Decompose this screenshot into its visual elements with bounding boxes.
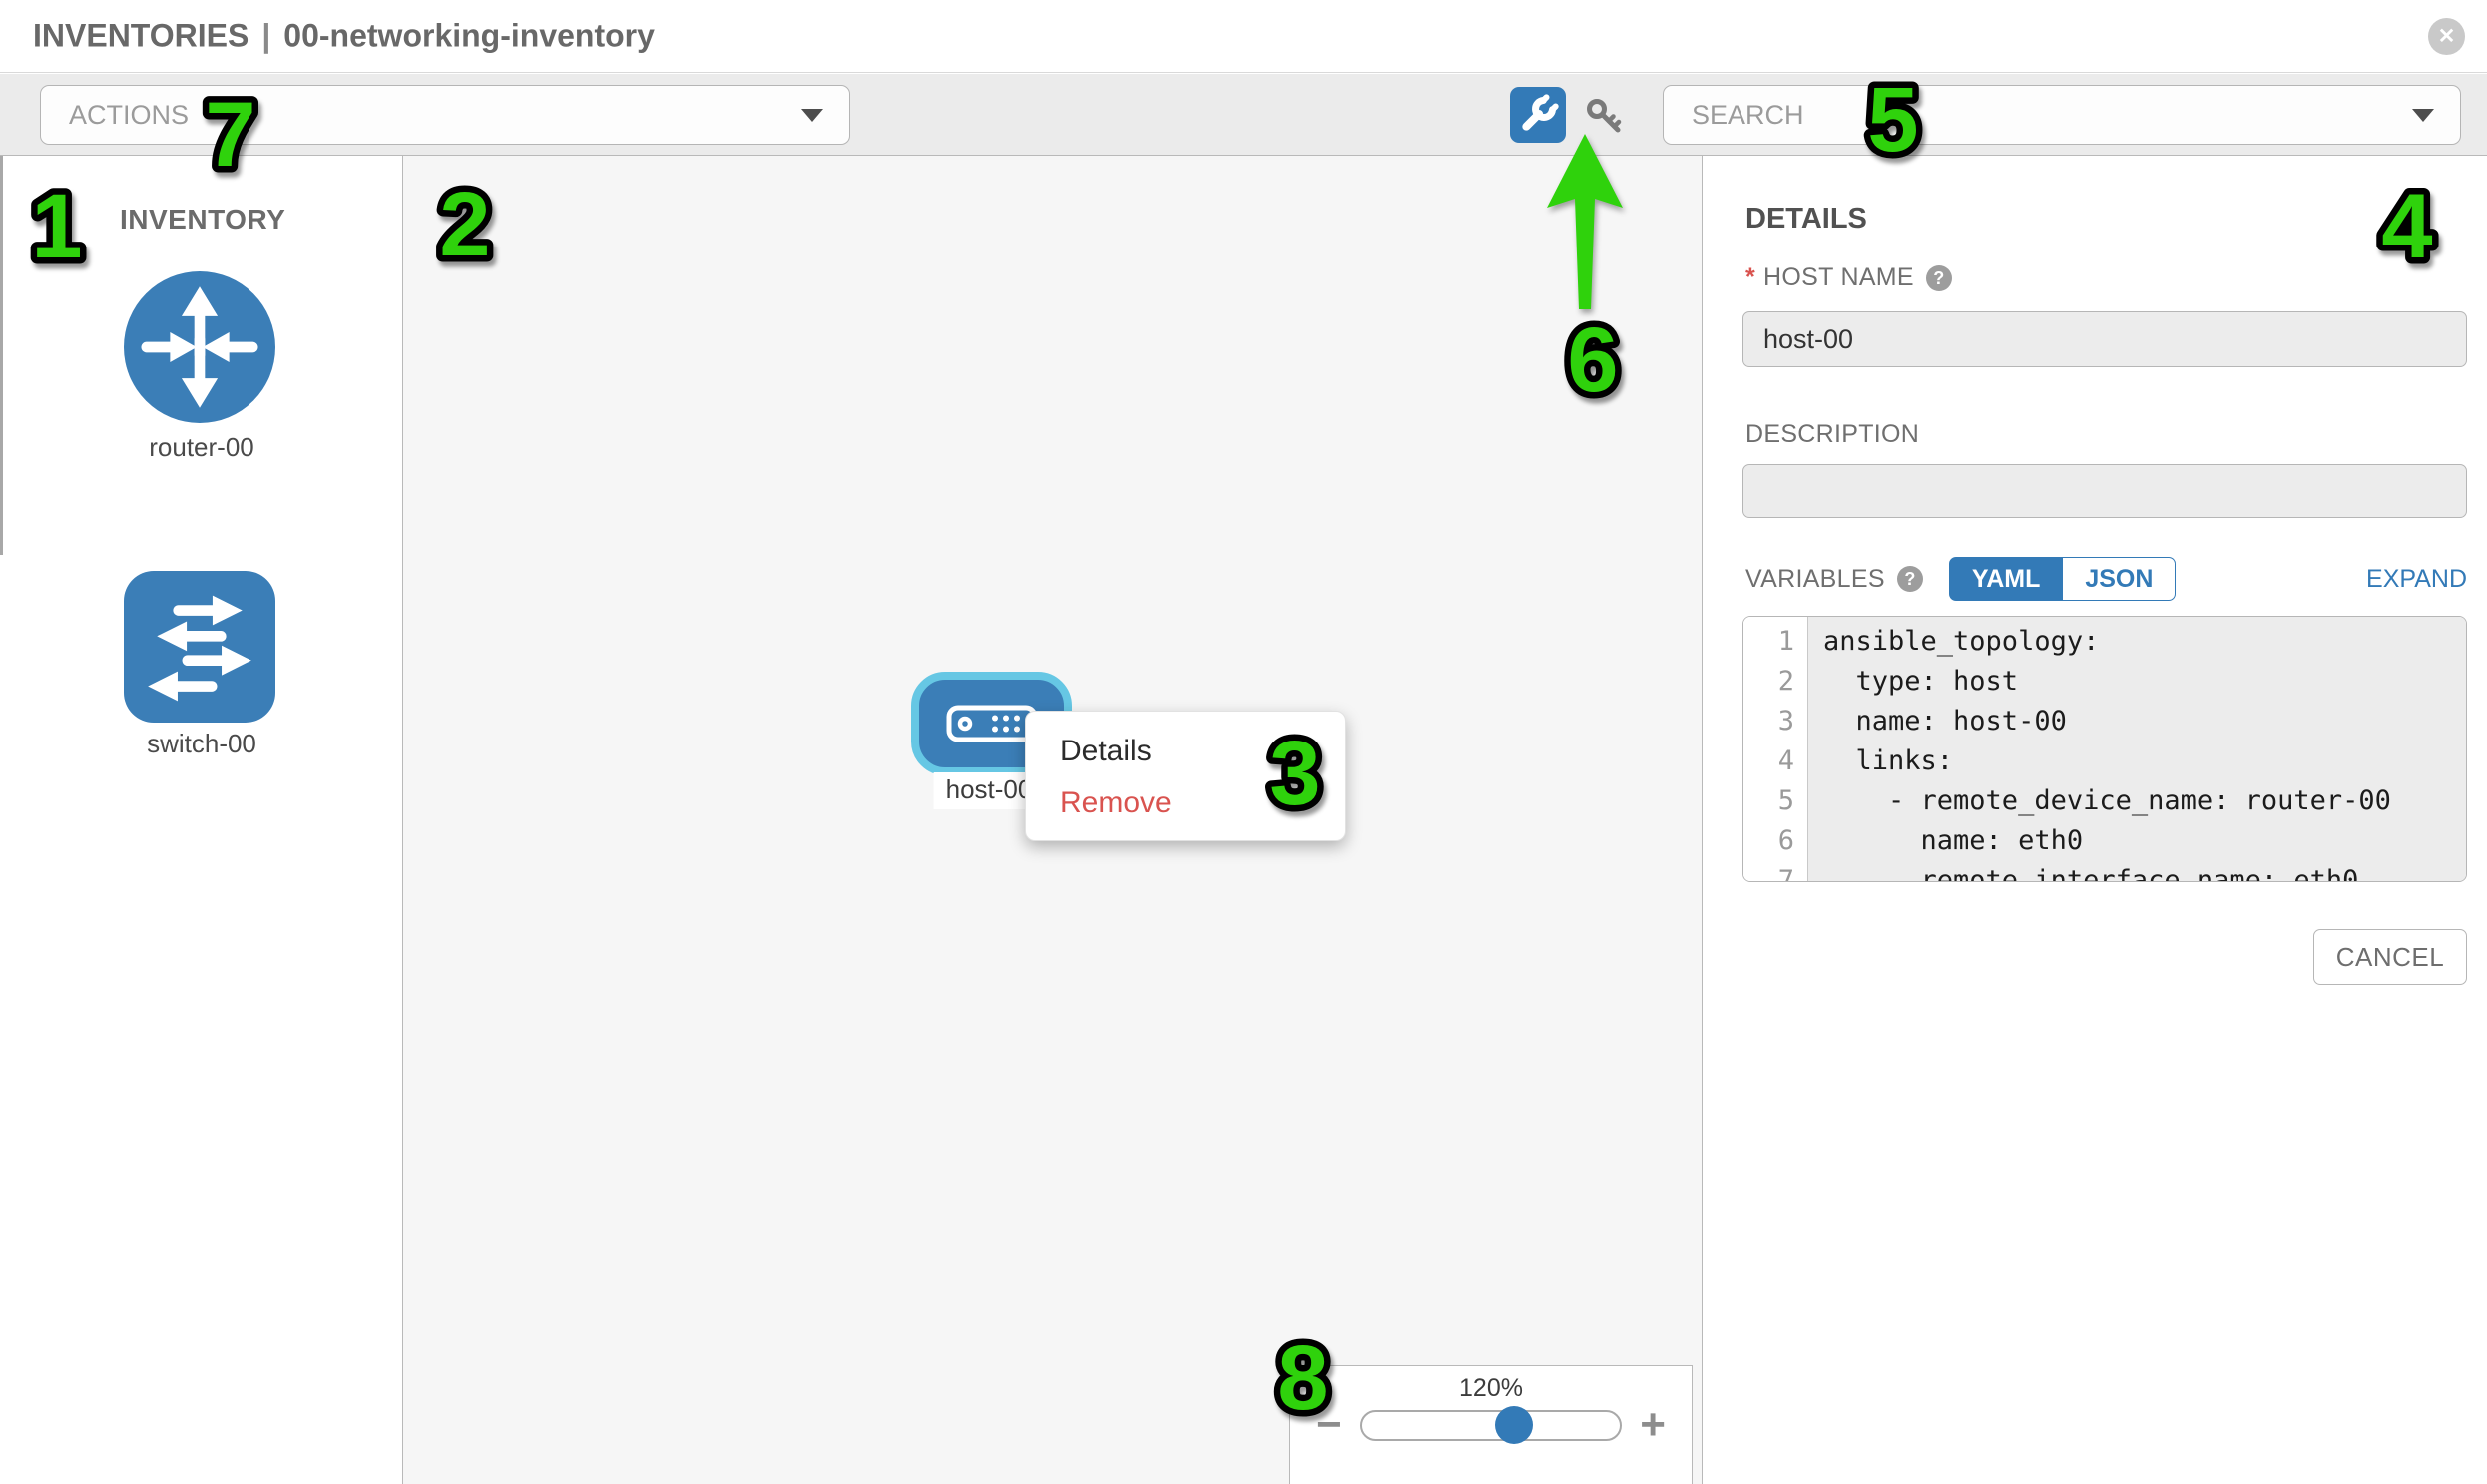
zoom-out-button[interactable]: − [1316,1405,1342,1445]
code-line: 5 - remote_device_name: router-00 [1743,781,2466,821]
description-label: DESCRIPTION [1745,420,1919,449]
editor-lines: 1ansible_topology: 2 type: host 3 name: … [1743,622,2466,882]
expand-link[interactable]: EXPAND [2366,565,2467,594]
router-icon [124,271,275,423]
toolbar: ACTIONS SEARC [0,74,2487,156]
palette-item-switch[interactable] [124,571,275,723]
code-line: 1ansible_topology: [1743,622,2466,662]
help-icon[interactable]: ? [1897,566,1923,592]
context-menu-item-details[interactable]: Details [1026,726,1345,777]
variables-label: VARIABLES [1745,565,1885,594]
code-line: 7 remote_interface_name: eth0 [1743,861,2466,882]
key-button[interactable] [1583,96,1629,140]
switch-icon [124,571,275,723]
search-dropdown[interactable]: SEARCH [1663,85,2461,145]
chevron-down-icon [2412,109,2434,122]
host-name-field[interactable] [1742,311,2467,367]
zoom-in-button[interactable]: + [1640,1405,1666,1445]
help-icon[interactable]: ? [1926,265,1952,291]
tab-yaml[interactable]: YAML [1949,557,2064,601]
code-line: 6 name: eth0 [1743,821,2466,861]
description-field[interactable] [1742,464,2467,518]
variables-format-toggle: YAML JSON [1949,557,2177,601]
search-dropdown-label: SEARCH [1692,100,1804,131]
zoom-slider-track[interactable] [1360,1410,1623,1441]
inventory-palette: INVENTORY router-00 [0,156,403,1484]
palette-scrollbar[interactable] [0,156,3,555]
node-context-menu: Details Remove [1025,711,1346,841]
page-title: 00-networking-inventory [283,18,655,54]
host-name-label: * HOST NAME ? [1745,263,1952,292]
palette-item-label: router-00 [0,432,403,463]
details-panel-title: DETAILS [1745,203,1867,236]
variables-row: VARIABLES ? YAML JSON EXPAND [1745,557,2467,601]
chevron-down-icon [801,109,823,122]
code-line: 2 type: host [1743,662,2466,702]
required-marker: * [1745,263,1755,292]
code-line: 4 links: [1743,742,2466,781]
palette-item-label: switch-00 [0,729,403,759]
details-panel: DETAILS * HOST NAME ? DESCRIPTION VARIAB… [1703,156,2487,1484]
key-icon [1583,96,1629,140]
header: INVENTORIES | 00-networking-inventory ✕ [0,0,2487,73]
zoom-slider-thumb[interactable] [1495,1406,1533,1444]
palette-item-router[interactable] [124,271,275,423]
topology-canvas[interactable]: host-00 Details Remove 120% − + [403,156,1703,1484]
wrench-icon [1516,93,1560,137]
host-icon [946,705,1038,742]
configure-tools-button[interactable] [1510,87,1566,143]
breadcrumb-section: INVENTORIES [33,18,249,54]
actions-dropdown-label: ACTIONS [69,100,189,131]
tab-json[interactable]: JSON [2063,557,2176,601]
breadcrumb-separator: | [261,18,270,54]
cancel-button[interactable]: CANCEL [2313,929,2467,985]
context-menu-item-remove[interactable]: Remove [1026,777,1345,829]
code-line: 3 name: host-00 [1743,702,2466,742]
actions-dropdown[interactable]: ACTIONS [40,85,850,145]
palette-title: INVENTORY [120,204,285,236]
inventory-topology-app: INVENTORIES | 00-networking-inventory ✕ AC… [0,0,2487,1484]
close-icon[interactable]: ✕ [2428,18,2465,55]
zoom-level: 120% [1290,1374,1692,1403]
zoom-control: 120% − + [1289,1365,1693,1484]
breadcrumb: INVENTORIES | 00-networking-inventory [33,18,655,55]
variables-code-editor[interactable]: 1ansible_topology: 2 type: host 3 name: … [1742,616,2467,882]
